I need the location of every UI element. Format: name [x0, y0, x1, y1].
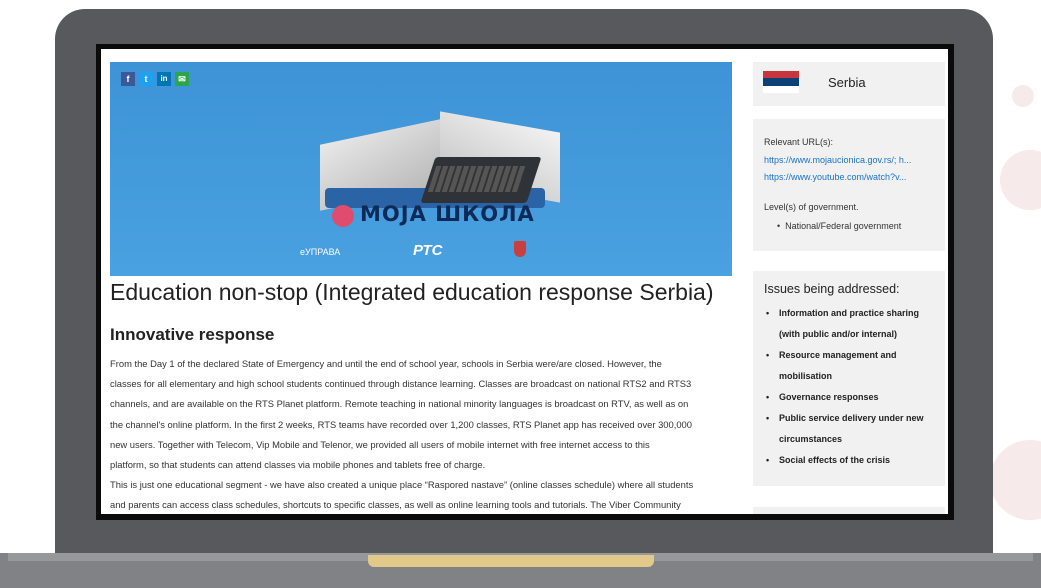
- issue-item[interactable]: Governance responses: [764, 387, 940, 408]
- paragraph-line: This is just one educational segment - w…: [110, 479, 694, 490]
- background-dot: [990, 440, 1041, 520]
- facebook-share-icon[interactable]: f: [121, 72, 135, 86]
- issues-title: Issues being addressed:: [764, 282, 900, 296]
- paragraph-line: classes for all elementary and high scho…: [110, 378, 692, 389]
- serbia-flag-icon: [763, 71, 799, 93]
- issue-item[interactable]: Information and practice sharing (with p…: [764, 303, 940, 345]
- euprava-logo: eУПРАВА: [300, 247, 341, 257]
- issue-item[interactable]: Resource management and mobilisation: [764, 345, 940, 387]
- issues-list: Information and practice sharing (with p…: [764, 303, 940, 471]
- government-level-label: Level(s) of government.: [764, 202, 859, 212]
- government-level-item: • National/Federal government: [777, 221, 902, 231]
- background-dot: [1012, 85, 1034, 107]
- twitter-share-icon[interactable]: t: [139, 72, 153, 86]
- pointer-hand-icon: [332, 205, 354, 227]
- relevant-url-label: Relevant URL(s):: [764, 137, 834, 147]
- section-title: Innovative response: [110, 325, 275, 344]
- hero-banner: f t in ✉ МОЈА ШКОЛА eУПРАВА РТС: [110, 62, 732, 276]
- browser-screen: f t in ✉ МОЈА ШКОЛА eУПРАВА РТС Educatio…: [101, 49, 948, 514]
- paragraph-line: platform, so that students can attend cl…: [110, 459, 486, 470]
- background-dot: [1000, 150, 1041, 210]
- email-share-icon[interactable]: ✉: [175, 72, 189, 86]
- url-link[interactable]: https://www.mojaucionica.gov.rs/; h...: [764, 155, 911, 165]
- government-level-text: National/Federal government: [785, 221, 902, 231]
- country-name[interactable]: Serbia: [828, 75, 866, 90]
- url-link[interactable]: https://www.youtube.com/watch?v...: [764, 172, 906, 182]
- hero-title: МОЈА ШКОЛА: [360, 202, 535, 226]
- laptop-hinge: [368, 555, 654, 567]
- rts-logo: РТС: [413, 242, 443, 259]
- paragraph-line: and parents can access class schedules, …: [110, 499, 681, 510]
- issue-item[interactable]: Social effects of the crisis: [764, 450, 940, 471]
- page-title: Education non-stop (Integrated education…: [110, 279, 714, 305]
- linkedin-share-icon[interactable]: in: [157, 72, 171, 86]
- paragraph-line: the channel's online platform. In the fi…: [110, 419, 692, 430]
- serbian-crest-icon: [514, 241, 526, 257]
- info-card: Relevant URL(s): https://www.mojaucionic…: [753, 119, 945, 251]
- paragraph-line: From the Day 1 of the declared State of …: [110, 358, 662, 369]
- paragraph-line: new users. Together with Telecom, Vip Mo…: [110, 439, 650, 450]
- issues-card: Issues being addressed: Information and …: [753, 271, 945, 486]
- laptop-keyboard-illustration: [427, 166, 527, 192]
- issue-item[interactable]: Public service delivery under new circum…: [764, 408, 940, 450]
- next-card: [753, 507, 945, 514]
- paragraph-line: channels, and are available on the RTS P…: [110, 398, 689, 409]
- country-card: Serbia: [753, 62, 945, 106]
